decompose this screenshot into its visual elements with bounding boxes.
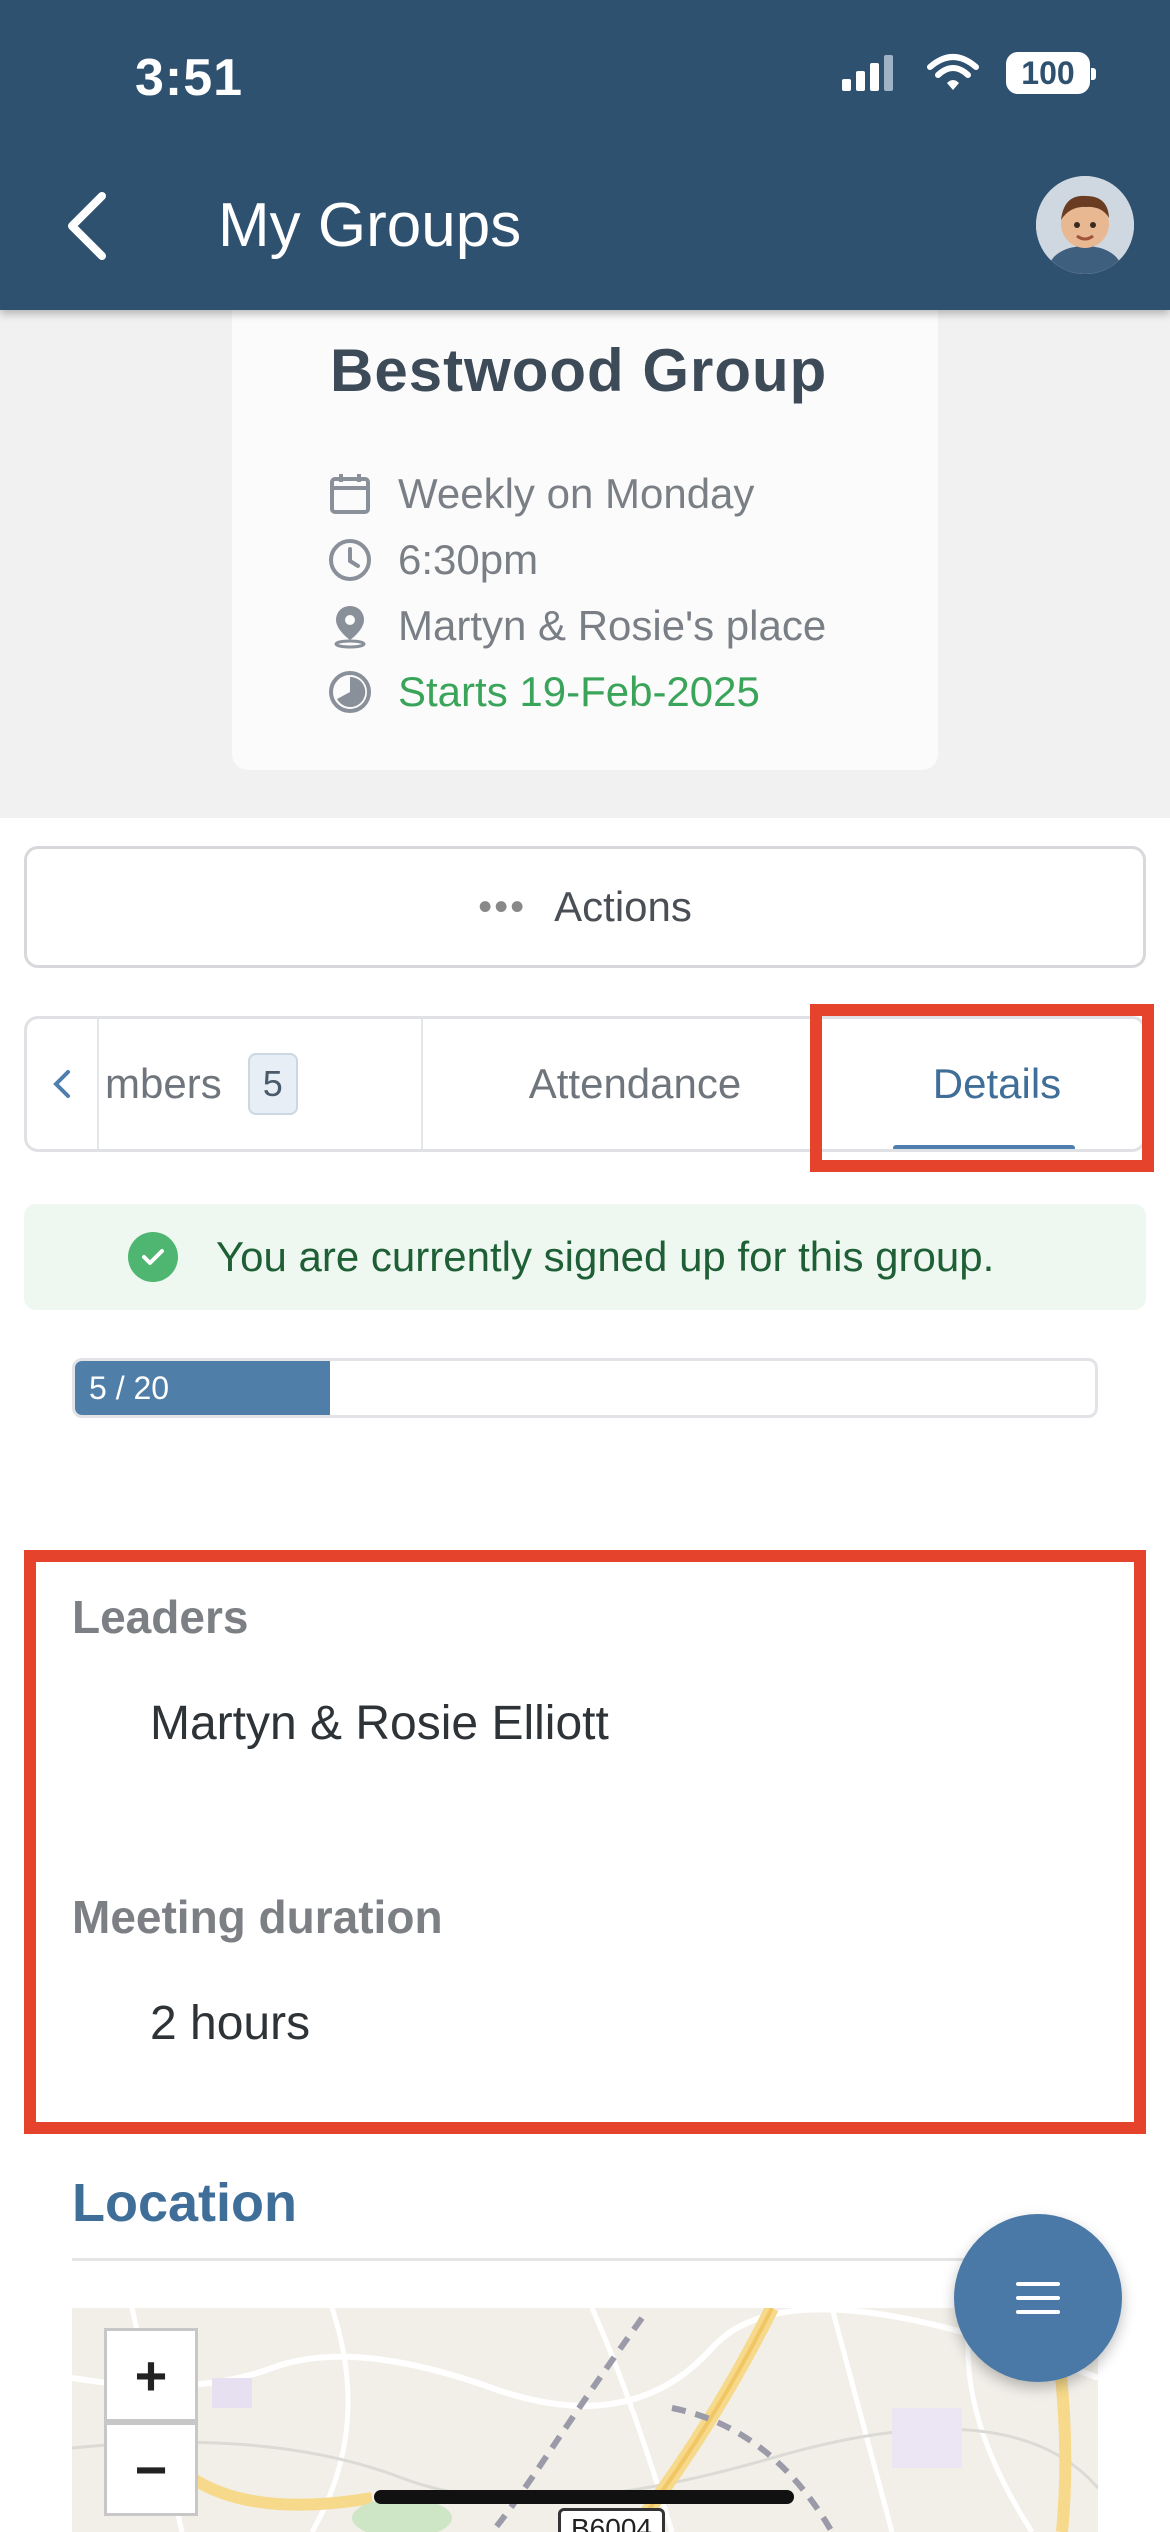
calendar-icon: [330, 474, 370, 514]
avatar[interactable]: [1036, 176, 1134, 274]
details-tab-highlight: [810, 1004, 1154, 1172]
hamburger-menu-icon: [1016, 2282, 1060, 2314]
tab-attendance-label: Attendance: [528, 1060, 742, 1107]
zoom-in-label: +: [134, 2343, 168, 2407]
progress-clock-icon: [329, 671, 371, 713]
map-zoom-out-button[interactable]: −: [104, 2422, 198, 2516]
map-road-label: B6004: [558, 2508, 665, 2532]
actions-label: Actions: [554, 883, 692, 930]
signal-icon: [842, 55, 893, 91]
app-header: 3:51 100 My Groups: [0, 0, 1170, 310]
details-section-highlight: [24, 1550, 1146, 2134]
home-indicator: [374, 2490, 794, 2504]
page-title: My Groups: [218, 191, 522, 260]
start-date-row: Starts 19-Feb-2025: [326, 668, 760, 716]
check-circle-icon: [128, 1232, 178, 1282]
chevron-left-icon: [68, 192, 106, 260]
members-count-badge: 5: [247, 1053, 298, 1115]
more-dots-icon: •••: [478, 884, 527, 929]
zoom-out-label: −: [134, 2437, 168, 2501]
group-name: Bestwood Group: [330, 337, 828, 404]
battery-icon: 100: [1006, 52, 1096, 94]
user-avatar-icon: [1036, 176, 1134, 274]
status-time: 3:51: [135, 49, 244, 107]
capacity-progress-fill: 5 / 20: [75, 1361, 330, 1415]
place-row: Martyn & Rosie's place: [326, 602, 826, 650]
signup-status-text: You are currently signed up for this gro…: [216, 1233, 995, 1280]
tab-members-label: mbers: [105, 1060, 222, 1107]
location-heading: Location: [72, 2173, 297, 2233]
clock-icon: [329, 539, 371, 581]
battery-level: 100: [1021, 54, 1075, 91]
actions-button[interactable]: ••• Actions: [24, 846, 1146, 968]
status-icons: 100: [840, 52, 1096, 94]
capacity-label: 5 / 20: [89, 1369, 170, 1406]
place-text: Martyn & Rosie's place: [398, 602, 827, 649]
schedule-row: Weekly on Monday: [326, 470, 754, 518]
capacity-progress-bar: 5 / 20: [72, 1358, 1098, 1418]
wifi-icon: [927, 54, 979, 90]
tab-attendance[interactable]: Attendance: [425, 1019, 845, 1149]
location-divider: [72, 2258, 1098, 2261]
group-card: Bestwood Group Weekly on Monday 6:30pm M…: [232, 310, 938, 770]
map-zoom-in-button[interactable]: +: [104, 2328, 198, 2422]
time-text: 6:30pm: [398, 536, 539, 583]
tab-scroll-left-button[interactable]: [27, 1019, 99, 1149]
menu-fab-button[interactable]: [954, 2214, 1122, 2382]
tab-members[interactable]: mbers 5: [101, 1019, 423, 1149]
map-pin-icon: [334, 606, 366, 649]
time-row: 6:30pm: [326, 536, 538, 584]
start-date-text: Starts 19-Feb-2025: [398, 668, 760, 715]
page: 3:51 100 My Groups Bestwood Group Weekly…: [0, 0, 1170, 2532]
chevron-left-icon: [53, 1070, 70, 1098]
back-button[interactable]: [58, 188, 118, 264]
signup-status-alert: You are currently signed up for this gro…: [24, 1204, 1146, 1310]
schedule-text: Weekly on Monday: [398, 470, 755, 517]
